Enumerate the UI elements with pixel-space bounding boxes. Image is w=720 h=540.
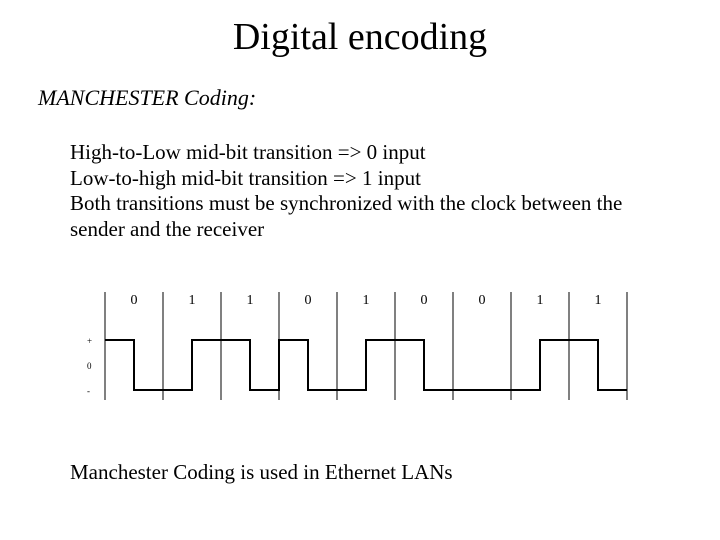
body-text: High-to-Low mid-bit transition => 0 inpu… xyxy=(70,140,655,242)
bullet-line-1: High-to-Low mid-bit transition => 0 inpu… xyxy=(70,140,655,166)
bullet-line-2: Low-to-high mid-bit transition => 1 inpu… xyxy=(70,166,655,192)
bit-label: 0 xyxy=(305,293,312,308)
axis-minus: - xyxy=(87,386,90,396)
axis-zero: 0 xyxy=(87,361,92,371)
bit-label: 0 xyxy=(479,293,486,308)
waveform-line xyxy=(105,340,627,390)
axis-plus: + xyxy=(87,336,92,346)
subtitle: MANCHESTER Coding: xyxy=(38,85,256,111)
bit-label: 0 xyxy=(421,293,428,308)
bit-label: 0 xyxy=(131,293,138,308)
bit-label: 1 xyxy=(189,293,196,308)
bit-label: 1 xyxy=(247,293,254,308)
manchester-waveform-chart: 0 1 1 0 1 0 0 1 1 +0 - xyxy=(70,280,645,410)
bit-label: 1 xyxy=(537,293,544,308)
slide: Digital encoding MANCHESTER Coding: High… xyxy=(0,0,720,540)
footer-line: Manchester Coding is used in Ethernet LA… xyxy=(70,460,453,485)
bullet-line-3: Both transitions must be synchronized wi… xyxy=(70,191,655,242)
page-title: Digital encoding xyxy=(0,15,720,59)
waveform-svg: 0 1 1 0 1 0 0 1 1 +0 - xyxy=(70,280,645,410)
bit-label: 1 xyxy=(595,293,602,308)
bit-label: 1 xyxy=(363,293,370,308)
